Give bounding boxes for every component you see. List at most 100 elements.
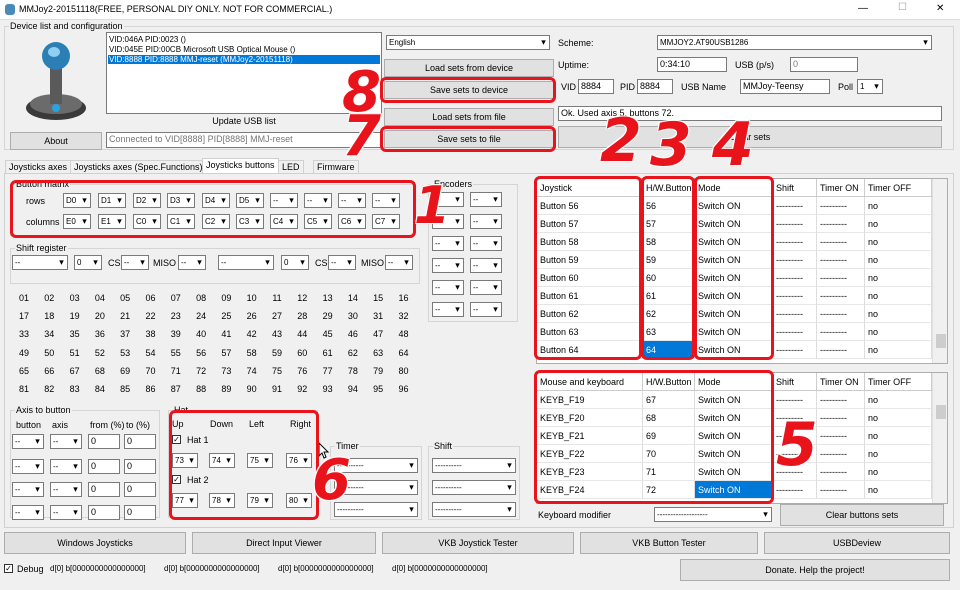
- button-number-cell[interactable]: 32: [394, 309, 414, 323]
- button-number-cell[interactable]: 66: [39, 364, 59, 378]
- button-number-cell[interactable]: 19: [65, 309, 85, 323]
- poll-select[interactable]: 1: [857, 79, 883, 94]
- button-number-cell[interactable]: 04: [90, 291, 110, 305]
- table-cell[interactable]: no: [865, 341, 932, 359]
- shift-select[interactable]: ----------: [432, 458, 516, 473]
- keyboard-modifier-select[interactable]: -------------------: [654, 507, 772, 522]
- button-number-cell[interactable]: 41: [216, 327, 236, 341]
- axis-select[interactable]: --: [50, 459, 82, 474]
- table-cell[interactable]: no: [865, 391, 932, 409]
- button-number-cell[interactable]: 25: [216, 309, 236, 323]
- button-number-cell[interactable]: 46: [343, 327, 363, 341]
- button-number-cell[interactable]: 62: [343, 346, 363, 360]
- pid-field[interactable]: 8884: [637, 79, 673, 94]
- shift-select[interactable]: ----------: [432, 480, 516, 495]
- button-number-cell[interactable]: 53: [115, 346, 135, 360]
- button-number-cell[interactable]: 31: [368, 309, 388, 323]
- button-number-cell[interactable]: 64: [394, 346, 414, 360]
- button-number-cell[interactable]: 29: [318, 309, 338, 323]
- button-number-cell[interactable]: 49: [14, 346, 34, 360]
- table-cell[interactable]: ---------: [817, 409, 865, 427]
- button-number-cell[interactable]: 44: [292, 327, 312, 341]
- button-number-cell[interactable]: 81: [14, 382, 34, 396]
- button-number-cell[interactable]: 65: [14, 364, 34, 378]
- table-cell[interactable]: ---------: [773, 215, 817, 233]
- button-number-cell[interactable]: 56: [191, 346, 211, 360]
- button-number-cell[interactable]: 15: [368, 291, 388, 305]
- table-cell[interactable]: ---------: [817, 269, 865, 287]
- device-item-selected[interactable]: VID:8888 PID:8888 MMJ-reset (MMJoy2-2015…: [108, 55, 380, 64]
- table-cell[interactable]: no: [865, 287, 932, 305]
- maximize-button[interactable]: ☐: [898, 2, 907, 13]
- button-number-cell[interactable]: 16: [394, 291, 414, 305]
- button-number-cell[interactable]: 23: [166, 309, 186, 323]
- table-cell[interactable]: ---------: [817, 445, 865, 463]
- axis-button-select[interactable]: --: [12, 434, 44, 449]
- table-cell[interactable]: ---------: [817, 305, 865, 323]
- cs-select[interactable]: --: [328, 255, 356, 270]
- update-usb-button[interactable]: Update USB list: [106, 114, 382, 128]
- shift-spin[interactable]: 0: [281, 255, 309, 270]
- encoder-select[interactable]: --: [432, 236, 464, 251]
- button-number-cell[interactable]: 52: [90, 346, 110, 360]
- button-number-cell[interactable]: 85: [115, 382, 135, 396]
- button-number-cell[interactable]: 27: [267, 309, 287, 323]
- button-number-cell[interactable]: 92: [292, 382, 312, 396]
- table-cell[interactable]: ---------: [817, 197, 865, 215]
- button-number-cell[interactable]: 43: [267, 327, 287, 341]
- device-item[interactable]: VID:045E PID:00CB Microsoft USB Optical …: [109, 45, 295, 54]
- usbdeview-button[interactable]: USBDeview: [764, 532, 950, 554]
- table-cell[interactable]: ---------: [773, 323, 817, 341]
- table-cell[interactable]: ---------: [817, 233, 865, 251]
- button-number-cell[interactable]: 09: [216, 291, 236, 305]
- cs-select[interactable]: --: [121, 255, 149, 270]
- encoder-select[interactable]: --: [470, 236, 502, 251]
- button-number-cell[interactable]: 80: [394, 364, 414, 378]
- button-number-cell[interactable]: 73: [216, 364, 236, 378]
- axis-to-field[interactable]: 0: [124, 505, 156, 520]
- button-number-cell[interactable]: 37: [115, 327, 135, 341]
- button-number-cell[interactable]: 24: [191, 309, 211, 323]
- shift-select[interactable]: --: [12, 255, 68, 270]
- table-cell[interactable]: ---------: [773, 481, 817, 499]
- encoder-select[interactable]: --: [470, 258, 502, 273]
- table-cell[interactable]: ---------: [817, 391, 865, 409]
- column-header[interactable]: Timer OFF: [865, 373, 932, 391]
- button-number-cell[interactable]: 39: [166, 327, 186, 341]
- button-number-cell[interactable]: 33: [14, 327, 34, 341]
- miso-select[interactable]: --: [178, 255, 206, 270]
- column-header[interactable]: Timer ON: [817, 179, 865, 197]
- button-number-cell[interactable]: 02: [39, 291, 59, 305]
- button-number-cell[interactable]: 74: [242, 364, 262, 378]
- column-header[interactable]: Shift: [773, 373, 817, 391]
- table-cell[interactable]: no: [865, 481, 932, 499]
- axis-select[interactable]: --: [50, 434, 82, 449]
- encoder-select[interactable]: --: [470, 192, 502, 207]
- button-number-cell[interactable]: 17: [14, 309, 34, 323]
- button-number-cell[interactable]: 06: [141, 291, 161, 305]
- encoder-select[interactable]: --: [432, 302, 464, 317]
- button-number-cell[interactable]: 13: [318, 291, 338, 305]
- donate-button[interactable]: Donate. Help the project!: [680, 559, 950, 581]
- table-cell[interactable]: no: [865, 233, 932, 251]
- table-cell[interactable]: ---------: [817, 427, 865, 445]
- button-number-cell[interactable]: 12: [292, 291, 312, 305]
- button-number-cell[interactable]: 10: [242, 291, 262, 305]
- button-number-cell[interactable]: 84: [90, 382, 110, 396]
- table-cell[interactable]: ---------: [773, 287, 817, 305]
- vkb-joystick-button[interactable]: VKB Joystick Tester: [382, 532, 574, 554]
- button-number-cell[interactable]: 68: [90, 364, 110, 378]
- button-number-cell[interactable]: 94: [343, 382, 363, 396]
- column-header[interactable]: Timer OFF: [865, 179, 932, 197]
- axis-from-field[interactable]: 0: [88, 459, 120, 474]
- button-number-cell[interactable]: 47: [368, 327, 388, 341]
- button-number-cell[interactable]: 89: [216, 382, 236, 396]
- load-from-device-button[interactable]: Load sets from device: [384, 59, 554, 77]
- button-number-cell[interactable]: 30: [343, 309, 363, 323]
- table-cell[interactable]: ---------: [817, 341, 865, 359]
- button-number-cell[interactable]: 38: [141, 327, 161, 341]
- button-number-cell[interactable]: 48: [394, 327, 414, 341]
- table-cell[interactable]: no: [865, 427, 932, 445]
- table-cell[interactable]: no: [865, 251, 932, 269]
- button-number-cell[interactable]: 95: [368, 382, 388, 396]
